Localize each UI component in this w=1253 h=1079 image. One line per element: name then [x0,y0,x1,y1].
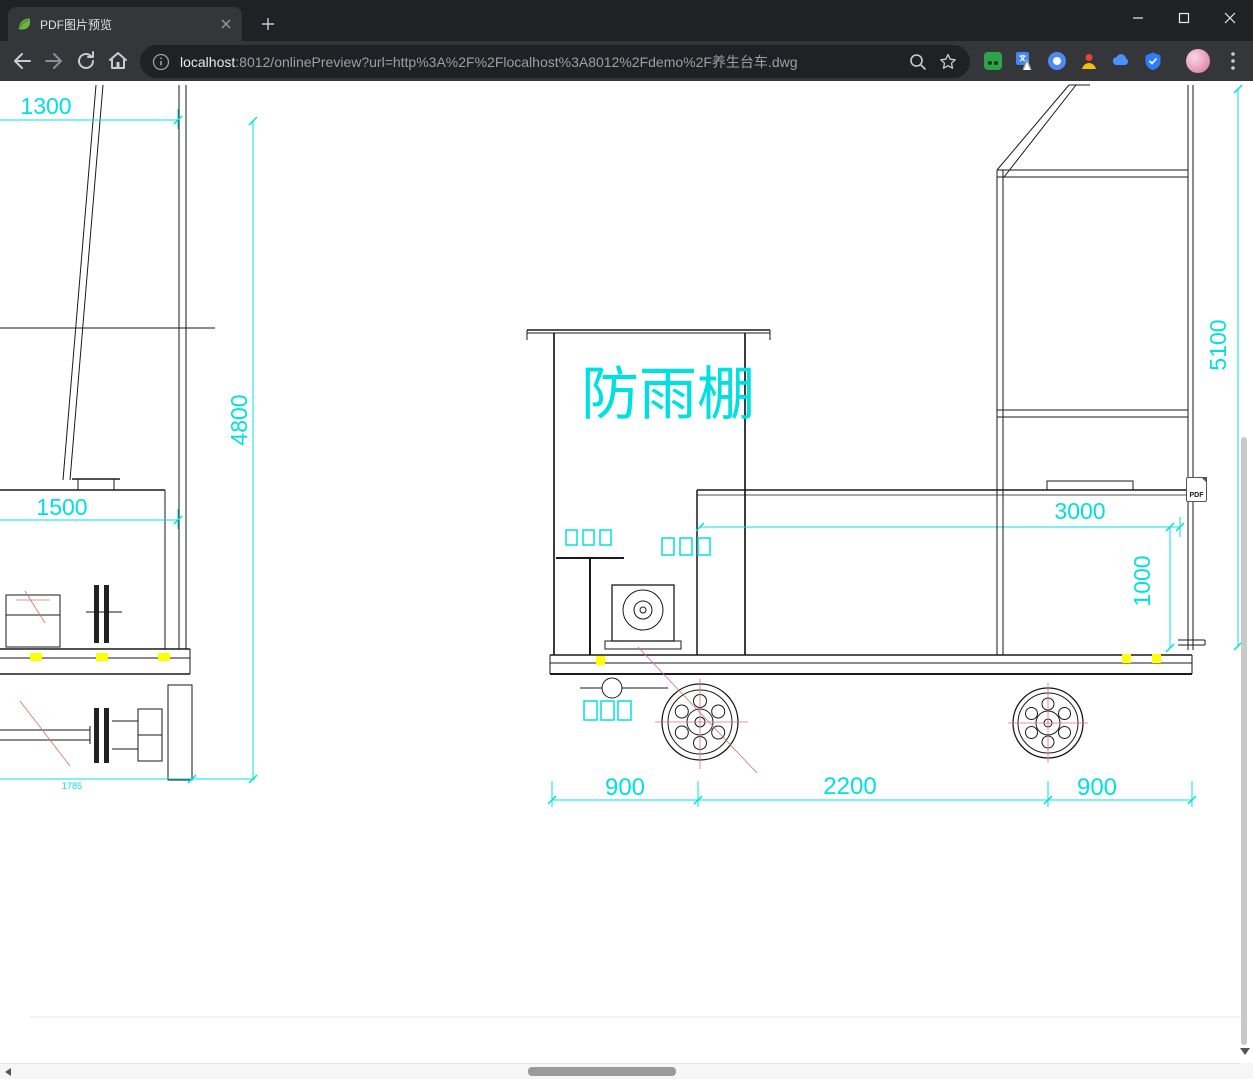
vertical-scrollbar-thumb[interactable] [1241,437,1247,1045]
extension-icon-shield[interactable] [1141,49,1165,73]
left-view-outline [0,84,215,781]
forward-icon[interactable] [42,49,66,73]
close-button[interactable] [1207,0,1253,36]
dimension-label-1300: 1300 [20,93,71,119]
dimension-label-2200: 2200 [823,773,876,800]
page-fold-corner [1201,477,1207,483]
spring-leaf-favicon [18,18,31,30]
dimension-label-900-left: 900 [605,774,645,801]
dimension-label-1000: 1000 [1129,555,1155,606]
dwg-preview-page: 1300 1500 4800 1785 防雨棚 3000 1000 900 22… [0,81,1253,1063]
pdf-badge-label: PDF [1189,492,1204,499]
address-bar[interactable]: localhost:8012/onlinePreview?url=http%3A… [140,45,970,78]
new-tab-button[interactable] [256,12,280,36]
extension-icon-person[interactable] [1077,49,1101,73]
dimension-label-900-right: 900 [1077,774,1117,801]
maximize-button[interactable] [1161,0,1207,36]
tab-close-icon[interactable] [218,16,234,32]
minimize-button[interactable] [1115,0,1161,36]
dimension-label-1785: 1785 [62,781,82,791]
extension-icon-translate[interactable] [1013,49,1037,73]
left-view-hatch-marks [30,653,170,661]
info-icon[interactable] [152,53,170,71]
dimension-label-3000: 3000 [1054,498,1105,524]
scrollbar-corner [1240,1063,1253,1079]
dimension-label-5100: 5100 [1205,319,1231,370]
scroll-left-arrow-icon[interactable] [5,1068,11,1076]
pdf-file-icon[interactable]: PDF [1186,477,1207,502]
back-icon[interactable] [10,49,34,73]
profile-avatar[interactable] [1186,49,1210,73]
window-titlebar: PDF图片预览 [0,0,1253,41]
cad-drawing: 1300 1500 4800 1785 防雨棚 3000 1000 900 22… [0,84,1243,1018]
reload-icon[interactable] [74,49,98,73]
scroll-down-arrow-icon[interactable] [1240,1048,1250,1055]
horizontal-scrollbar[interactable] [0,1063,1253,1079]
dimension-label-1500: 1500 [36,494,87,520]
horizontal-scrollbar-thumb[interactable] [528,1067,676,1076]
extension-icon-blue-circle[interactable] [1045,49,1069,73]
url-host: localhost [180,53,236,70]
home-icon[interactable] [106,49,130,73]
extension-icon-tampermonkey[interactable] [981,49,1005,73]
browser-tab[interactable]: PDF图片预览 [8,7,242,41]
url-text: localhost:8012/onlinePreview?url=http%3A… [180,52,898,72]
url-path: :8012/onlinePreview?url=http%3A%2F%2Floc… [235,53,798,70]
bookmark-star-icon[interactable] [938,52,958,72]
dimension-label-4800: 4800 [226,394,252,445]
browser-menu-icon[interactable] [1224,49,1242,73]
window-controls [1115,0,1253,36]
side-view-dimensions [547,517,1197,807]
extension-icon-cloud[interactable] [1109,49,1133,73]
rear-view-outline [996,84,1206,655]
tab-title: PDF图片预览 [40,17,113,32]
zoom-icon[interactable] [908,52,928,72]
rain-shelter-label: 防雨棚 [581,362,755,427]
left-view-dimensions [0,109,258,784]
